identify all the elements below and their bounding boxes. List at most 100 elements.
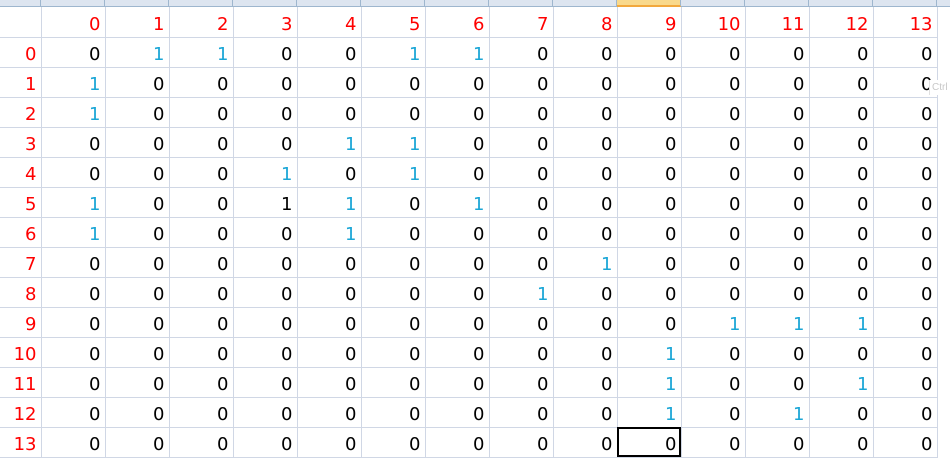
cell-r5-c8[interactable]: 0 [489, 157, 554, 188]
cell-r3-c7[interactable]: 0 [425, 97, 490, 128]
cell-r6-c0[interactable]: 5 [0, 187, 42, 218]
cell-r10-c7[interactable]: 0 [425, 307, 490, 338]
cell-r14-c0[interactable]: 13 [0, 427, 42, 458]
cell-r13-c9[interactable]: 0 [553, 397, 618, 428]
cell-r1-c9[interactable]: 0 [553, 37, 618, 68]
cell-r5-c12[interactable]: 0 [745, 157, 810, 188]
cell-r6-c2[interactable]: 0 [105, 187, 170, 218]
column-header-12[interactable] [745, 0, 809, 7]
cell-r3-c14[interactable]: 0 [873, 97, 938, 128]
cell-r5-c13[interactable]: 0 [809, 157, 874, 188]
cell-r9-c10[interactable]: 0 [617, 277, 682, 308]
cell-r9-c12[interactable]: 0 [745, 277, 810, 308]
cell-r1-c4[interactable]: 0 [233, 37, 298, 68]
cell-r11-c2[interactable]: 0 [105, 337, 170, 368]
cell-r0-c1[interactable]: 0 [41, 7, 106, 38]
cell-r13-c0[interactable]: 12 [0, 397, 42, 428]
cell-r3-c4[interactable]: 0 [233, 97, 298, 128]
cell-r9-c2[interactable]: 0 [105, 277, 170, 308]
cell-r3-c3[interactable]: 0 [169, 97, 234, 128]
cell-r12-c14[interactable]: 0 [873, 367, 938, 398]
cell-r6-c7[interactable]: 1 [425, 187, 490, 218]
cell-r5-c9[interactable]: 0 [553, 157, 618, 188]
cell-r5-c3[interactable]: 0 [169, 157, 234, 188]
cell-r2-c2[interactable]: 0 [105, 67, 170, 98]
cell-r6-c10[interactable]: 0 [617, 187, 682, 218]
cell-r1-c12[interactable]: 0 [745, 37, 810, 68]
cell-r8-c12[interactable]: 0 [745, 247, 810, 278]
cell-r2-c14[interactable]: 0 [873, 67, 938, 98]
cell-r14-c12[interactable]: 0 [745, 427, 810, 458]
cell-r9-c9[interactable]: 0 [553, 277, 618, 308]
cell-r1-c1[interactable]: 0 [41, 37, 106, 68]
cell-r10-c2[interactable]: 0 [105, 307, 170, 338]
cell-r8-c6[interactable]: 0 [361, 247, 426, 278]
column-header-7[interactable] [425, 0, 489, 7]
column-header-1[interactable] [41, 0, 105, 7]
cell-r13-c2[interactable]: 0 [105, 397, 170, 428]
cell-r1-c2[interactable]: 1 [105, 37, 170, 68]
cell-r7-c5[interactable]: 1 [297, 217, 362, 248]
cell-r9-c4[interactable]: 0 [233, 277, 298, 308]
cell-r14-c3[interactable]: 0 [169, 427, 234, 458]
cell-r13-c10[interactable]: 1 [617, 397, 682, 428]
cell-r13-c12[interactable]: 1 [745, 397, 810, 428]
cell-r4-c12[interactable]: 0 [745, 127, 810, 158]
cell-r12-c4[interactable]: 0 [233, 367, 298, 398]
cell-r4-c3[interactable]: 0 [169, 127, 234, 158]
cell-r4-c6[interactable]: 1 [361, 127, 426, 158]
cell-r7-c7[interactable]: 0 [425, 217, 490, 248]
cell-r13-c6[interactable]: 0 [361, 397, 426, 428]
cell-r9-c14[interactable]: 0 [873, 277, 938, 308]
cell-r1-c13[interactable]: 0 [809, 37, 874, 68]
cell-r10-c1[interactable]: 0 [41, 307, 106, 338]
cell-r4-c9[interactable]: 0 [553, 127, 618, 158]
cell-r10-c4[interactable]: 0 [233, 307, 298, 338]
cell-r7-c13[interactable]: 0 [809, 217, 874, 248]
cell-r11-c4[interactable]: 0 [233, 337, 298, 368]
cell-r0-c13[interactable]: 12 [809, 7, 874, 38]
cell-r6-c1[interactable]: 1 [41, 187, 106, 218]
cell-r5-c14[interactable]: 0 [873, 157, 938, 188]
cell-r10-c8[interactable]: 0 [489, 307, 554, 338]
cell-r11-c10[interactable]: 1 [617, 337, 682, 368]
cell-r8-c8[interactable]: 0 [489, 247, 554, 278]
cell-r12-c3[interactable]: 0 [169, 367, 234, 398]
cell-r10-c13[interactable]: 1 [809, 307, 874, 338]
cell-r1-c0[interactable]: 0 [0, 37, 42, 68]
cell-r7-c10[interactable]: 0 [617, 217, 682, 248]
cell-r9-c5[interactable]: 0 [297, 277, 362, 308]
cell-r12-c9[interactable]: 0 [553, 367, 618, 398]
cell-r14-c14[interactable]: 0 [873, 427, 938, 458]
cell-r0-c7[interactable]: 6 [425, 7, 490, 38]
column-header-13[interactable] [809, 0, 873, 7]
cell-r11-c3[interactable]: 0 [169, 337, 234, 368]
cell-r7-c2[interactable]: 0 [105, 217, 170, 248]
cell-r3-c9[interactable]: 0 [553, 97, 618, 128]
cell-r14-c4[interactable]: 0 [233, 427, 298, 458]
cell-r8-c1[interactable]: 0 [41, 247, 106, 278]
cell-r6-c14[interactable]: 0 [873, 187, 938, 218]
cell-r11-c7[interactable]: 0 [425, 337, 490, 368]
cell-r7-c14[interactable]: 0 [873, 217, 938, 248]
cell-r7-c9[interactable]: 0 [553, 217, 618, 248]
cell-r14-c5[interactable]: 0 [297, 427, 362, 458]
cell-r5-c1[interactable]: 0 [41, 157, 106, 188]
cell-r14-c6[interactable]: 0 [361, 427, 426, 458]
cell-r13-c14[interactable]: 0 [873, 397, 938, 428]
cell-r9-c3[interactable]: 0 [169, 277, 234, 308]
column-header-9[interactable] [553, 0, 617, 7]
cell-r2-c3[interactable]: 0 [169, 67, 234, 98]
cell-r2-c4[interactable]: 0 [233, 67, 298, 98]
column-header-11[interactable] [681, 0, 745, 7]
column-header-6[interactable] [361, 0, 425, 7]
cell-r8-c5[interactable]: 0 [297, 247, 362, 278]
cell-r11-c6[interactable]: 0 [361, 337, 426, 368]
cell-r0-c3[interactable]: 2 [169, 7, 234, 38]
cell-r10-c11[interactable]: 1 [681, 307, 746, 338]
cell-r7-c3[interactable]: 0 [169, 217, 234, 248]
cell-r2-c12[interactable]: 0 [745, 67, 810, 98]
cell-r2-c9[interactable]: 0 [553, 67, 618, 98]
cell-r10-c10[interactable]: 0 [617, 307, 682, 338]
cell-r0-c6[interactable]: 5 [361, 7, 426, 38]
